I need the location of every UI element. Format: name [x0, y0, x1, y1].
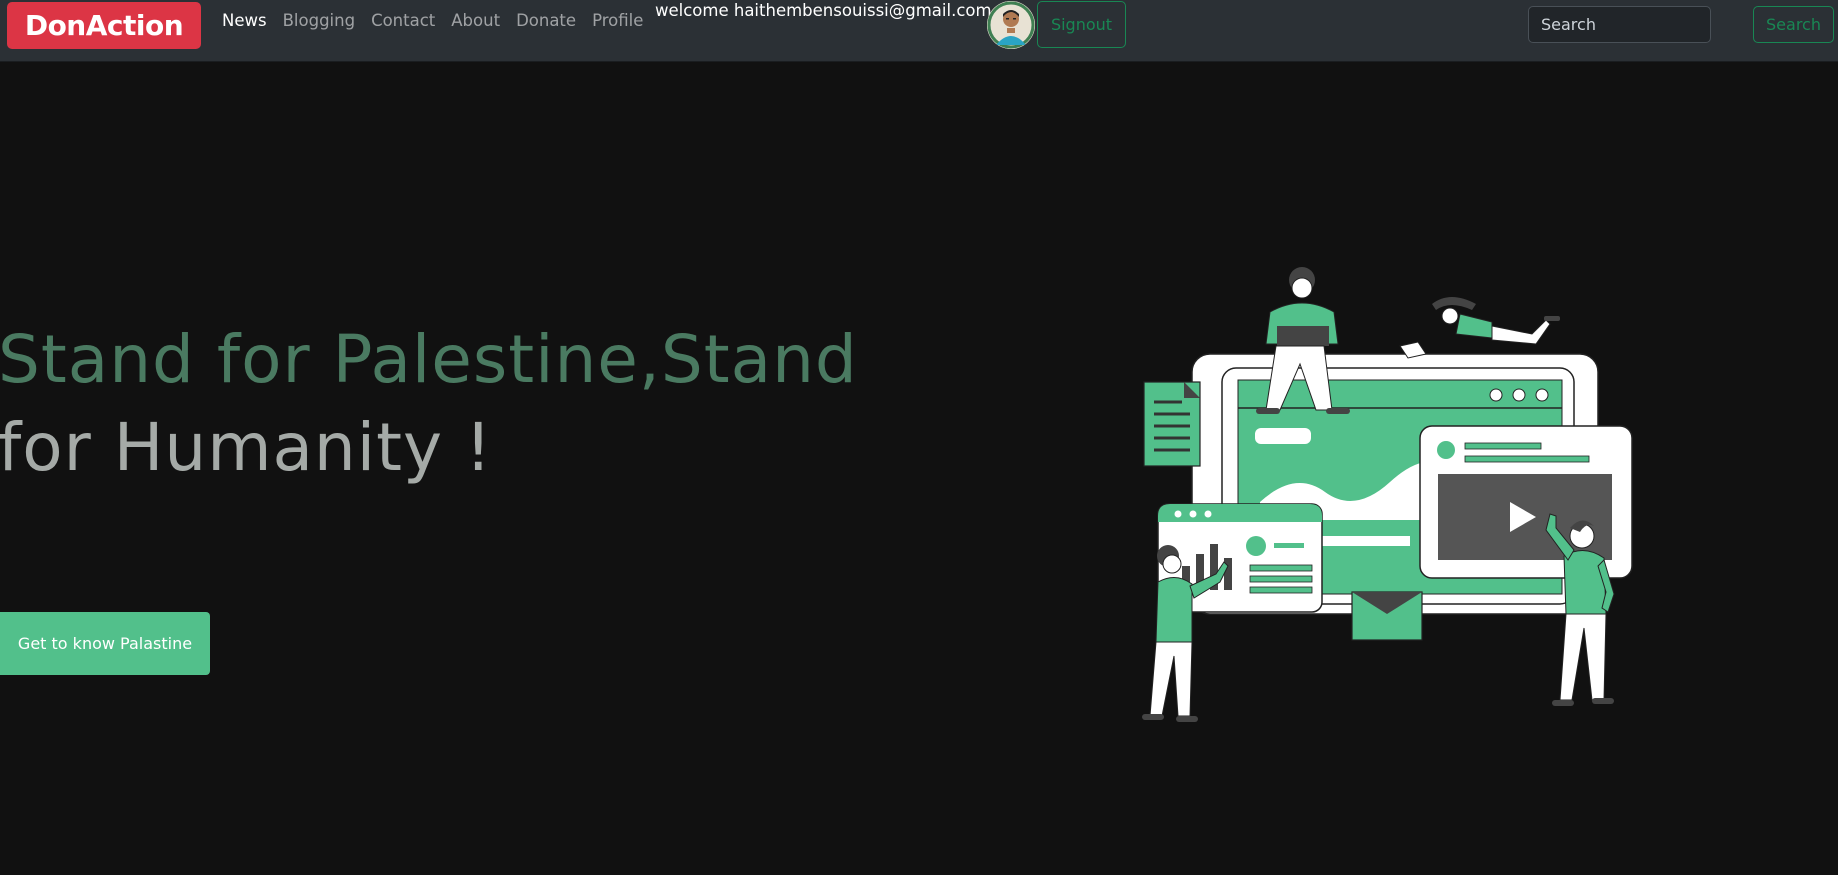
- nav-links: News Blogging Contact About Donate Profi…: [222, 0, 659, 40]
- hero-title: Stand for Palestine,Stand for Humanity !: [0, 316, 948, 492]
- hero-title-line1: Stand for Palestine,Stand: [0, 321, 858, 398]
- search-input[interactable]: [1528, 6, 1711, 43]
- search-button[interactable]: Search: [1753, 6, 1834, 43]
- nav-link-profile[interactable]: Profile: [592, 11, 643, 30]
- avatar[interactable]: [987, 1, 1035, 49]
- nav-link-donate[interactable]: Donate: [516, 11, 576, 30]
- brand-logo[interactable]: DonAction: [7, 2, 201, 49]
- navbar: DonAction News Blogging Contact About Do…: [0, 0, 1838, 62]
- user-avatar-icon: [987, 1, 1035, 49]
- signout-button[interactable]: Signout: [1037, 1, 1126, 48]
- nav-link-about[interactable]: About: [451, 11, 500, 30]
- nav-link-contact[interactable]: Contact: [371, 11, 435, 30]
- hero-title-line2: for Humanity !: [0, 409, 493, 486]
- get-to-know-palestine-button[interactable]: Get to know Palastine: [0, 612, 210, 675]
- nav-link-blogging[interactable]: Blogging: [283, 11, 355, 30]
- dashboard-illustration: [1142, 267, 1633, 722]
- nav-link-news[interactable]: News: [222, 11, 267, 30]
- welcome-text: welcome haithembensouissi@gmail.com: [655, 1, 992, 20]
